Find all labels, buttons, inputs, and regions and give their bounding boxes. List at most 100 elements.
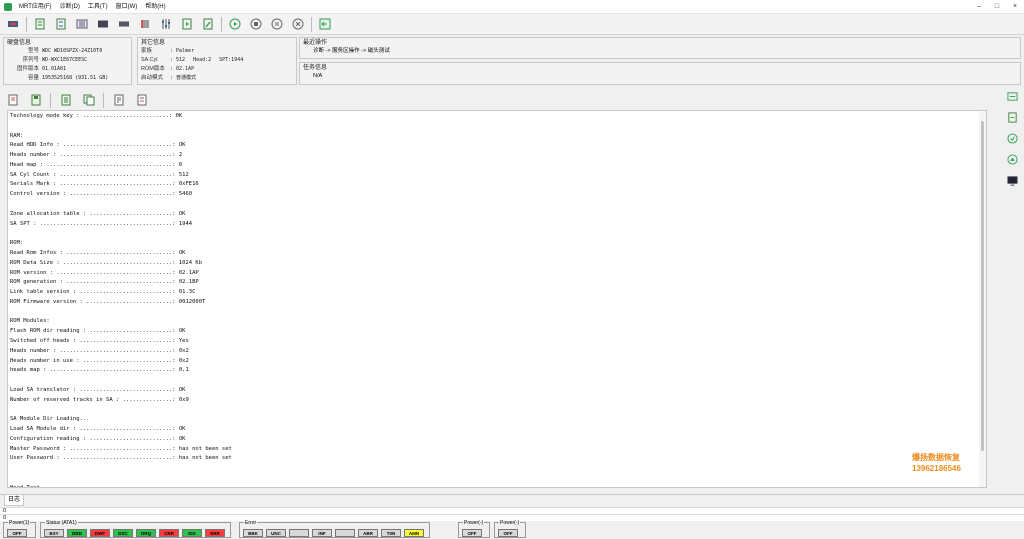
- log-line: Switched off heads : ...................…: [10, 337, 189, 344]
- play-button[interactable]: [226, 16, 243, 33]
- disk-model-row: 型号 WDC WD10SPZX-24Z10T0: [27, 48, 103, 54]
- side-eject-button[interactable]: [1006, 153, 1018, 165]
- log-line: SA SPT : ...............................…: [10, 220, 193, 227]
- log-line: ROM Modules:: [10, 318, 50, 325]
- disk-capacity-row: 容量 1953525168 (931.51 GB): [27, 75, 109, 81]
- chip-2-button[interactable]: [115, 16, 132, 33]
- recent-ops-title: 最近操作: [303, 40, 328, 46]
- log-line: Technology mode key : ..................…: [10, 113, 183, 119]
- doc-1-button[interactable]: [31, 16, 48, 33]
- ata-status-group: Status (ATA1) BSY DRD DWF DSC DRQ CRR IDX ERR: [40, 521, 231, 538]
- rst-button[interactable]: [1006, 90, 1018, 102]
- log-toolbar: [4, 90, 156, 110]
- menu-help[interactable]: 帮助(H): [141, 0, 169, 14]
- toolbar-divider: [311, 16, 312, 32]
- log-scroll-thumb[interactable]: [981, 121, 984, 451]
- disk-serial-row: 序列号 WD-WXC1E67CEESC: [22, 57, 88, 63]
- doc-3-button[interactable]: [73, 16, 90, 33]
- recent-ops-panel: 最近操作 诊断 -> 服务区操作 -> 磁头测试: [299, 37, 1021, 59]
- power2-group: Power(-) OFF: [458, 521, 490, 538]
- open-doc-icon: [61, 94, 70, 106]
- chip-1-button[interactable]: [94, 16, 111, 33]
- reset-icon: [1006, 91, 1018, 101]
- log-output: Technology mode key : ..................…: [10, 112, 232, 487]
- refresh-icon: [1006, 132, 1018, 144]
- pause-button[interactable]: [268, 16, 285, 33]
- log-line: Control version : ......................…: [10, 191, 193, 198]
- power1-group: Power(1) OFF: [3, 521, 36, 538]
- log-line: Zone allocation table : ................…: [10, 210, 186, 217]
- exit-button[interactable]: [316, 16, 333, 33]
- side-screen-button[interactable]: [1006, 174, 1018, 186]
- list-button[interactable]: [136, 16, 153, 33]
- doc-2-button[interactable]: [52, 16, 69, 33]
- watermark-name: 爆扬数据恢复: [912, 453, 960, 462]
- disk-info-panel: 硬盘信息 型号 WDC WD10SPZX-24Z10T0 序列号 WD-WXC1E6…: [3, 37, 132, 85]
- disk-info-title: 硬盘信息: [7, 40, 32, 46]
- log-report-button[interactable]: [110, 92, 127, 109]
- play-doc-button[interactable]: [178, 16, 195, 33]
- status-led-error-7: AMN: [404, 529, 424, 537]
- other-info-title: 其它信息: [141, 40, 166, 46]
- watermark-phone: 13962186546: [912, 464, 961, 473]
- minimize-button[interactable]: –: [970, 0, 988, 14]
- log-scrollbar[interactable]: [979, 111, 986, 487]
- log-clear-button[interactable]: [4, 92, 21, 109]
- log-line: ROM Data Size : ........................…: [10, 259, 203, 266]
- log-line: Heads number : .........................…: [10, 152, 183, 159]
- log-panel[interactable]: Technology mode key : ..................…: [7, 110, 987, 488]
- close-button[interactable]: ×: [1006, 0, 1024, 14]
- log-line: Head map : .............................…: [10, 161, 183, 168]
- restore-button[interactable]: □: [988, 0, 1006, 14]
- disk-firmware-row: 固件版本 01.01A01: [16, 66, 67, 72]
- log-copy-button[interactable]: [80, 92, 97, 109]
- save-icon: [31, 94, 40, 106]
- right-toolbar: [1005, 90, 1019, 195]
- side-doc-button[interactable]: [1006, 111, 1018, 123]
- cancel-icon: [292, 18, 303, 30]
- sliders-icon: [161, 19, 170, 29]
- log-export-button[interactable]: [133, 92, 150, 109]
- exit-icon: [319, 18, 330, 30]
- menu-diagnose[interactable]: 诊断(D): [56, 0, 84, 14]
- media-doc-icon: [182, 18, 191, 30]
- toolbar-divider: [50, 92, 51, 108]
- log-line: RAM:: [10, 132, 24, 139]
- log-open-button[interactable]: [57, 92, 74, 109]
- info-panels: 硬盘信息 型号 WDC WD10SPZX-24Z10T0 序列号 WD-WXC1E6…: [3, 37, 1021, 85]
- connect-button[interactable]: [4, 16, 21, 33]
- log-line: Heads number : .........................…: [10, 347, 189, 354]
- status-led-ata-7: ERR: [205, 529, 225, 537]
- log-line: Master Password : ......................…: [10, 445, 232, 452]
- log-line: heads map : ............................…: [10, 367, 189, 374]
- toolbar-divider: [26, 16, 27, 32]
- log-save-button[interactable]: [27, 92, 44, 109]
- side-refresh-button[interactable]: [1006, 132, 1018, 144]
- menu-tools[interactable]: 工具(T): [84, 0, 112, 14]
- settings-button[interactable]: [157, 16, 174, 33]
- status-led-ata-2: DWF: [90, 529, 110, 537]
- status-led-error-2: [289, 529, 309, 537]
- log-line: Read HDD Info : ........................…: [10, 142, 186, 149]
- menu-mrt-app[interactable]: MRT应用(F): [15, 0, 56, 14]
- log-line: Read Rom Infos : .......................…: [10, 249, 186, 256]
- menu-window[interactable]: 窗口(W): [112, 0, 142, 14]
- boot-mode-row: 启动模式: 普通模式: [141, 75, 197, 81]
- monitor-icon: [1006, 175, 1018, 186]
- stop-button[interactable]: [247, 16, 264, 33]
- clear-doc-icon: [8, 94, 17, 106]
- edit-icon: [203, 18, 212, 30]
- tab-log[interactable]: 日志: [4, 495, 25, 506]
- toolbar-divider: [221, 16, 222, 32]
- copy-icon: [83, 94, 94, 106]
- side-doc-icon: [1007, 111, 1017, 123]
- edit-doc-button[interactable]: [199, 16, 216, 33]
- status-led-ata-1: DRD: [67, 529, 87, 537]
- log-line: Serials Mark : .........................…: [10, 181, 199, 188]
- memory-icon: [118, 21, 129, 27]
- cancel-button[interactable]: [289, 16, 306, 33]
- export-icon: [137, 94, 146, 106]
